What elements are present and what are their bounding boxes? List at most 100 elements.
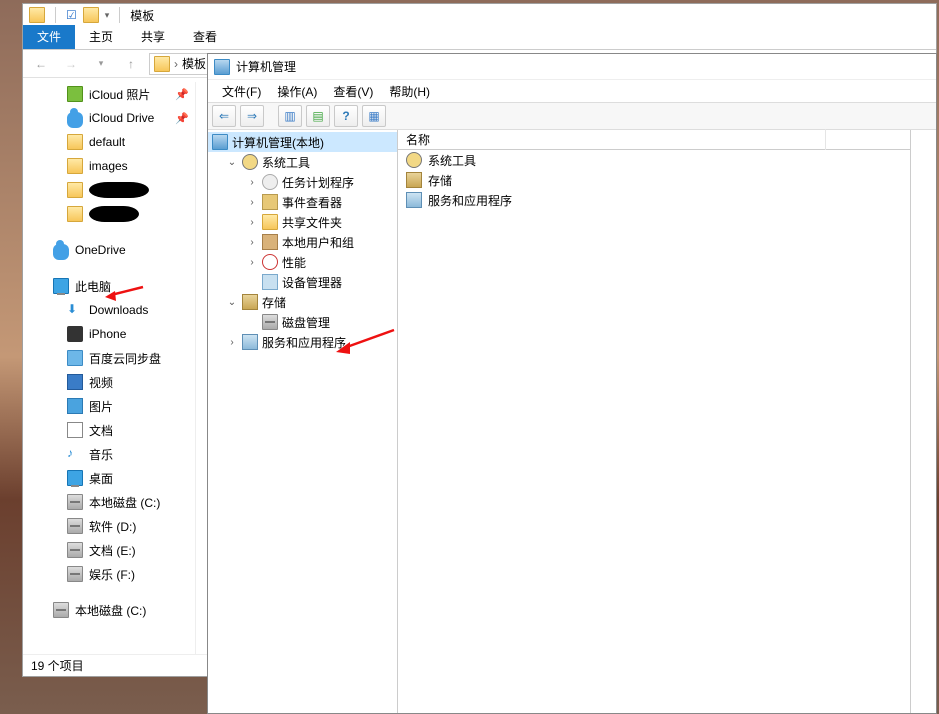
column-name[interactable]: 名称 <box>406 129 826 150</box>
nav-drive-c[interactable]: 本地磁盘 (C:) <box>23 490 195 514</box>
local-users-icon <box>262 234 278 250</box>
toolbar-help-button[interactable]: ? <box>334 105 358 127</box>
services-apps-icon <box>406 192 422 208</box>
videos-icon <box>67 374 83 390</box>
tab-view[interactable]: 查看 <box>179 25 231 49</box>
panes-icon: ▥ <box>284 109 295 123</box>
nav-drive-f[interactable]: 娱乐 (F:) <box>23 562 195 586</box>
mmc-menu-bar: 文件(F) 操作(A) 查看(V) 帮助(H) <box>208 80 936 102</box>
tab-home[interactable]: 主页 <box>75 25 127 49</box>
toolbar-show-hide-button[interactable]: ▥ <box>278 105 302 127</box>
tab-file[interactable]: 文件 <box>23 25 75 49</box>
tree-shared-folders[interactable]: ›共享文件夹 <box>208 212 397 232</box>
menu-help[interactable]: 帮助(H) <box>381 81 438 102</box>
expand-icon[interactable]: › <box>246 197 258 208</box>
tree-disk-management[interactable]: ›磁盘管理 <box>208 312 397 332</box>
toolbar-forward-button[interactable]: ⇒ <box>240 105 264 127</box>
nav-quick-icloud-drive[interactable]: iCloud Drive📌 <box>23 106 195 130</box>
nav-quick-icloud-photos[interactable]: iCloud 照片📌 <box>23 82 195 106</box>
folder-icon <box>29 7 45 23</box>
mmc-content: 计算机管理(本地) ⌄ 系统工具 ›任务计划程序 ›事件查看器 ›共享文件夹 ›… <box>208 130 936 713</box>
nav-forward-button[interactable]: → <box>59 52 83 76</box>
nav-drive-d[interactable]: 软件 (D:) <box>23 514 195 538</box>
window-title: 模板 <box>130 7 154 24</box>
folder-icon <box>67 182 83 198</box>
mmc-title-text: 计算机管理 <box>236 58 296 75</box>
expand-icon[interactable]: › <box>246 177 258 188</box>
menu-file[interactable]: 文件(F) <box>214 81 269 102</box>
storage-icon <box>406 172 422 188</box>
toolbar-export-button[interactable]: ▤ <box>306 105 330 127</box>
pin-icon: 📌 <box>175 88 189 101</box>
toolbar-back-button[interactable]: ⇐ <box>212 105 236 127</box>
menu-view[interactable]: 查看(V) <box>325 81 381 102</box>
nav-videos[interactable]: 视频 <box>23 370 195 394</box>
nav-iphone[interactable]: iPhone <box>23 322 195 346</box>
tree-storage[interactable]: ⌄ 存储 <box>208 292 397 312</box>
qat-dropdown-icon[interactable]: ▾ <box>105 10 110 21</box>
tree-task-scheduler[interactable]: ›任务计划程序 <box>208 172 397 192</box>
tree-local-users[interactable]: ›本地用户和组 <box>208 232 397 252</box>
list-item-services-apps[interactable]: 服务和应用程序 <box>398 190 910 210</box>
explorer-titlebar: ☑ ▾ 模板 <box>23 4 936 26</box>
tree-root[interactable]: 计算机管理(本地) <box>208 132 397 152</box>
drive-icon <box>67 542 83 558</box>
nav-this-pc[interactable]: 此电脑 <box>23 274 195 298</box>
nav-back-button[interactable]: ← <box>29 52 53 76</box>
tab-share[interactable]: 共享 <box>127 25 179 49</box>
pin-icon: 📌 <box>175 112 189 125</box>
tree-system-tools[interactable]: ⌄ 系统工具 <box>208 152 397 172</box>
breadcrumb-item[interactable]: 模板 <box>182 55 206 72</box>
nav-quick-default[interactable]: default <box>23 130 195 154</box>
tree-performance[interactable]: ›性能 <box>208 252 397 272</box>
list-item-system-tools[interactable]: 系统工具 <box>398 150 910 170</box>
performance-icon <box>262 254 278 270</box>
expand-icon[interactable]: › <box>246 217 258 228</box>
task-scheduler-icon <box>262 174 278 190</box>
nav-onedrive[interactable]: OneDrive <box>23 238 195 262</box>
toolbar-properties-button[interactable]: ▦ <box>362 105 386 127</box>
drive-icon <box>53 602 69 618</box>
tree-event-viewer[interactable]: ›事件查看器 <box>208 192 397 212</box>
expand-icon[interactable]: › <box>226 337 238 348</box>
storage-icon <box>242 294 258 310</box>
baidu-sync-icon <box>67 350 83 366</box>
nav-up-button[interactable]: ↑ <box>119 52 143 76</box>
nav-downloads[interactable]: ⬇Downloads <box>23 298 195 322</box>
mmc-titlebar[interactable]: 计算机管理 <box>208 54 936 80</box>
nav-quick-redacted-1[interactable] <box>23 178 195 202</box>
nav-extra-drive-c[interactable]: 本地磁盘 (C:) <box>23 598 195 622</box>
nav-quick-images[interactable]: images <box>23 154 195 178</box>
expand-icon[interactable]: › <box>246 237 258 248</box>
tree-services-apps[interactable]: › 服务和应用程序 <box>208 332 397 352</box>
tree-device-manager[interactable]: ›设备管理器 <box>208 272 397 292</box>
navigation-pane: iCloud 照片📌 iCloud Drive📌 default images … <box>23 82 196 654</box>
nav-documents[interactable]: 文档 <box>23 418 195 442</box>
system-tools-icon <box>242 154 258 170</box>
qat-checkbox-icon[interactable]: ☑ <box>66 8 77 22</box>
list-item-storage[interactable]: 存储 <box>398 170 910 190</box>
nav-music[interactable]: ♪音乐 <box>23 442 195 466</box>
music-icon: ♪ <box>67 446 83 462</box>
downloads-icon: ⬇ <box>67 302 83 318</box>
help-icon: ? <box>342 109 349 123</box>
nav-quick-redacted-2[interactable] <box>23 202 195 226</box>
arrow-right-icon: ⇒ <box>247 109 257 123</box>
expand-icon[interactable]: › <box>246 257 258 268</box>
list-header[interactable]: 名称 <box>398 130 910 150</box>
menu-action[interactable]: 操作(A) <box>269 81 325 102</box>
collapse-icon[interactable]: ⌄ <box>226 297 238 308</box>
nav-history-dropdown[interactable]: ▾ <box>89 52 113 76</box>
status-item-count: 19 个项目 <box>31 657 84 674</box>
arrow-left-icon: ⇐ <box>219 109 229 123</box>
collapse-icon[interactable]: ⌄ <box>226 157 238 168</box>
computer-management-window: 计算机管理 文件(F) 操作(A) 查看(V) 帮助(H) ⇐ ⇒ ▥ ▤ ? … <box>207 53 937 714</box>
icloud-photos-icon <box>67 86 83 102</box>
nav-desktop[interactable]: 桌面 <box>23 466 195 490</box>
nav-baidu-sync[interactable]: 百度云同步盘 <box>23 346 195 370</box>
mmc-list-pane: 名称 系统工具 存储 服务和应用程序 <box>398 130 910 713</box>
nav-pictures[interactable]: 图片 <box>23 394 195 418</box>
nav-drive-e[interactable]: 文档 (E:) <box>23 538 195 562</box>
desktop-icon <box>67 470 83 486</box>
mmc-toolbar: ⇐ ⇒ ▥ ▤ ? ▦ <box>208 102 936 130</box>
